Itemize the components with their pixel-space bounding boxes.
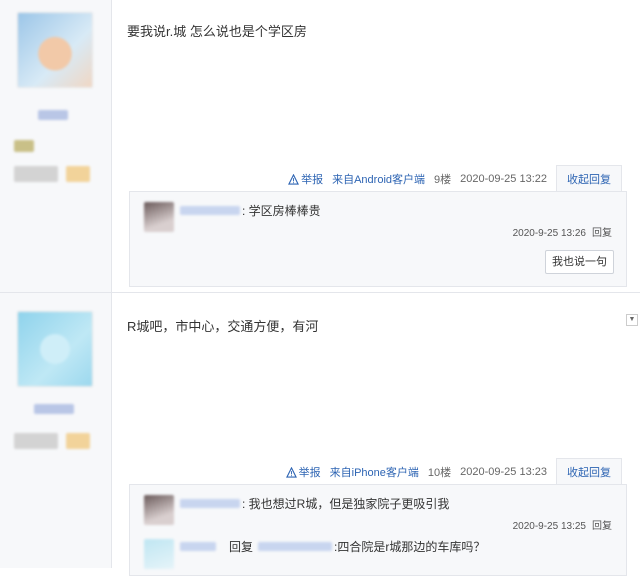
floor-number: 9楼 bbox=[434, 174, 452, 186]
avatar[interactable] bbox=[17, 311, 93, 387]
reply-avatar[interactable] bbox=[144, 539, 174, 569]
client-source: 来自Android客户端 bbox=[332, 171, 425, 187]
client-link[interactable]: 来自iPhone客户端 bbox=[330, 467, 419, 479]
reply-item: : 学区房棒棒贵 2020-9-25 13:26 回复 bbox=[130, 192, 626, 239]
reply-text: :四合院是r城那边的车库吗？ bbox=[334, 540, 486, 554]
report-label: 举报 bbox=[301, 174, 324, 186]
author-panel bbox=[0, 293, 112, 568]
reply-avatar[interactable] bbox=[144, 202, 174, 232]
reply-username[interactable] bbox=[180, 542, 216, 551]
reply-text: : 学区房棒棒贵 bbox=[242, 204, 321, 218]
report-label: 举报 bbox=[298, 467, 321, 479]
post-content: R城吧，市中心，交通方便，有河 bbox=[127, 319, 319, 334]
reply-avatar[interactable] bbox=[144, 495, 174, 525]
reply-text: : 我也想过R城，但是独家院子更吸引我 bbox=[242, 497, 450, 511]
avatar[interactable] bbox=[17, 12, 93, 88]
report-link[interactable]: 举报 bbox=[285, 464, 321, 480]
client-link[interactable]: 来自Android客户端 bbox=[332, 174, 425, 186]
reply-link[interactable]: 回复 bbox=[592, 228, 612, 239]
level-badge[interactable] bbox=[14, 166, 58, 182]
collapse-replies-button[interactable]: 收起回复 bbox=[556, 457, 622, 487]
reply-username[interactable] bbox=[180, 499, 240, 508]
post-content: 要我说r.城 怎么说也是个学区房 bbox=[127, 24, 307, 39]
reply-box: : 我也想过R城，但是独家院子更吸引我 2020-9-25 13:25 回复 回复… bbox=[129, 484, 627, 576]
level-number-badge[interactable] bbox=[66, 166, 90, 182]
post-time: 2020-09-25 13:23 bbox=[460, 466, 547, 478]
reply-meta: 2020-9-25 13:26 回复 bbox=[513, 224, 612, 239]
warning-triangle-icon bbox=[288, 173, 300, 185]
post-floor-10: R城吧，市中心，交通方便，有河 举报 来自iPhone客户端 10楼 2020-… bbox=[0, 292, 640, 576]
post-floor-9: 要我说r.城 怎么说也是个学区房 举报 来自Android客户端 9楼 2020… bbox=[0, 0, 640, 292]
reply-to-label: 回复 bbox=[229, 540, 254, 554]
reply-item: 回复 :四合院是r城那边的车库吗？ bbox=[130, 527, 626, 569]
report-link[interactable]: 举报 bbox=[288, 171, 323, 187]
warning-triangle-icon bbox=[285, 466, 297, 478]
post-time: 2020-09-25 13:22 bbox=[460, 173, 547, 185]
reply-box: : 学区房棒棒贵 2020-9-25 13:26 回复 我也说一句 bbox=[129, 191, 627, 287]
username[interactable] bbox=[34, 404, 74, 414]
level-badge[interactable] bbox=[14, 433, 58, 449]
reply-target-username[interactable] bbox=[258, 542, 332, 551]
floor-number: 10楼 bbox=[427, 467, 452, 479]
say-something-button[interactable]: 我也说一句 bbox=[545, 250, 614, 274]
post-tail: 举报 来自iPhone客户端 10楼 2020-09-25 13:23 收起回复 bbox=[285, 457, 622, 487]
badge-icon bbox=[14, 140, 34, 152]
reply-username[interactable] bbox=[180, 206, 240, 215]
post-tail: 举报 来自Android客户端 9楼 2020-09-25 13:22 收起回复 bbox=[288, 164, 622, 194]
username[interactable] bbox=[38, 110, 68, 120]
scroll-down-arrow-icon[interactable]: ▼ bbox=[626, 314, 638, 326]
level-number-badge[interactable] bbox=[66, 433, 90, 449]
collapse-replies-button[interactable]: 收起回复 bbox=[556, 164, 622, 194]
author-panel bbox=[0, 0, 112, 292]
client-source: 来自iPhone客户端 bbox=[330, 464, 419, 480]
reply-time: 2020-9-25 13:26 bbox=[512, 228, 586, 239]
reply-item: : 我也想过R城，但是独家院子更吸引我 2020-9-25 13:25 回复 bbox=[130, 485, 626, 532]
